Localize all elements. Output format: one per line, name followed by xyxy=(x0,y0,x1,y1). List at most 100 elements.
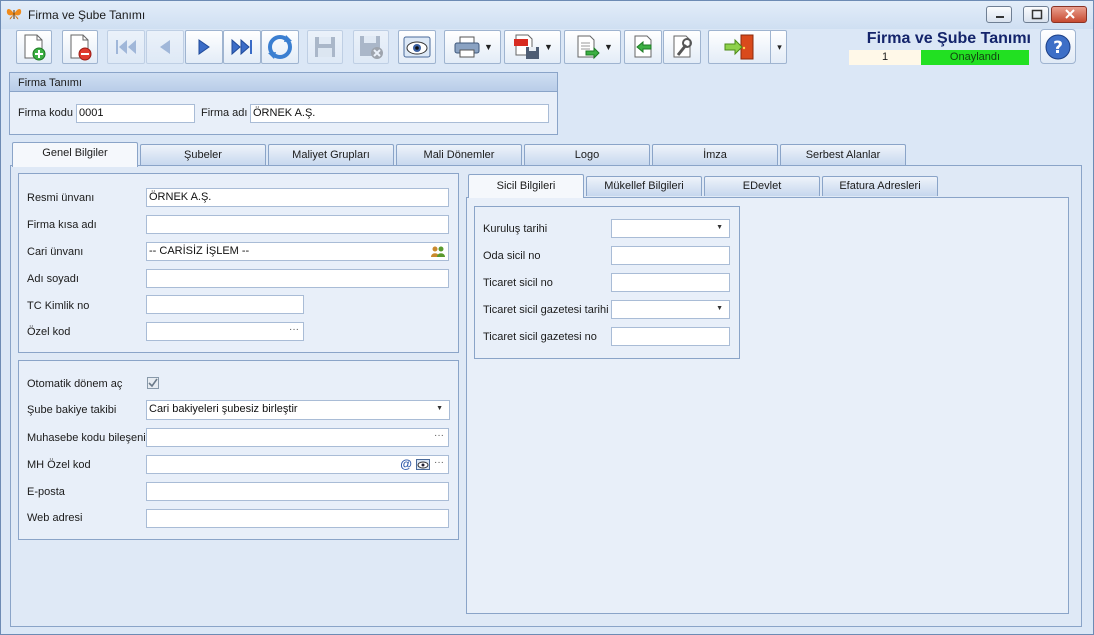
eposta-field[interactable] xyxy=(146,482,449,501)
gazete-no-field[interactable] xyxy=(611,327,730,346)
users-icon[interactable] xyxy=(431,245,445,258)
new-record-icon xyxy=(24,34,46,61)
tab-maliyet-gruplari[interactable]: Maliyet Grupları xyxy=(268,144,394,166)
tab-efatura-adresleri[interactable]: Efatura Adresleri xyxy=(822,176,938,196)
otomatik-donem-label: Otomatik dönem aç xyxy=(27,378,123,390)
exit-dropdown-button[interactable]: ▾ xyxy=(770,31,786,63)
firma-tanimi-group: Firma Tanımı Firma kodu 0001 Firma adı Ö… xyxy=(9,72,558,135)
delete-record-icon xyxy=(70,34,92,61)
sube-bakiye-select[interactable]: Cari bakiyeleri şubesiz birleştir ▼ xyxy=(146,400,450,420)
tab-genel-bilgiler[interactable]: Genel Bilgiler xyxy=(12,142,138,167)
kurulus-tarihi-field[interactable]: ▼ xyxy=(611,219,730,238)
tab-subeler[interactable]: Şubeler xyxy=(140,144,266,166)
ozel-kod-field[interactable]: ··· xyxy=(146,322,304,341)
adi-soyadi-field[interactable] xyxy=(146,269,449,288)
pdf-export-icon xyxy=(514,34,540,59)
tc-kimlik-field[interactable] xyxy=(146,295,304,314)
help-icon: ? xyxy=(1045,34,1071,59)
exit-button[interactable]: ▾ xyxy=(708,30,787,64)
record-number: 1 xyxy=(849,50,921,65)
ellipsis-button[interactable]: ··· xyxy=(289,324,299,335)
web-adresi-field[interactable] xyxy=(146,509,449,528)
sube-bakiye-value: Cari bakiyeleri şubesiz birleştir xyxy=(149,403,298,415)
firma-adi-field[interactable]: ÖRNEK A.Ş. xyxy=(250,104,549,123)
save-button[interactable] xyxy=(307,30,343,64)
settings-button[interactable] xyxy=(663,30,701,64)
resmi-unvani-label: Resmi ünvanı xyxy=(27,192,95,204)
mh-ozel-kod-label: MH Özel kod xyxy=(27,459,91,471)
muhasebe-kodu-field[interactable]: ··· xyxy=(146,428,449,447)
gazete-tarihi-label: Ticaret sicil gazetesi tarihi xyxy=(483,304,609,316)
eposta-label: E-posta xyxy=(27,486,65,498)
previous-record-icon xyxy=(160,40,170,54)
save-icon xyxy=(315,37,335,57)
mh-ozel-kod-field[interactable]: @ ··· xyxy=(146,455,449,474)
minimize-button[interactable] xyxy=(986,6,1012,23)
close-button[interactable] xyxy=(1051,6,1087,23)
cari-unvani-value: -- CARİSİZ İŞLEM -- xyxy=(149,245,250,257)
new-button[interactable] xyxy=(16,30,52,64)
preview-icon xyxy=(403,36,431,58)
web-adresi-label: Web adresi xyxy=(27,512,83,524)
preview-button[interactable] xyxy=(398,30,436,64)
page-title: Firma ve Şube Tanımı xyxy=(866,30,1031,47)
last-record-icon xyxy=(231,38,252,56)
import-button[interactable] xyxy=(624,30,662,64)
ozel-kod-label: Özel kod xyxy=(27,326,71,338)
sube-bakiye-label: Şube bakiye takibi xyxy=(27,404,117,416)
app-window: Firma ve Şube Tanımı ▼ ▼ ▼ ▾ Firma ve Şu… xyxy=(0,0,1094,635)
refresh-icon xyxy=(268,35,292,59)
tab-serbest-alanlar[interactable]: Serbest Alanlar xyxy=(780,144,906,166)
previous-record-button[interactable] xyxy=(146,30,184,64)
import-icon xyxy=(634,35,652,58)
preview-icon[interactable] xyxy=(416,459,430,470)
chevron-down-icon: ▼ xyxy=(716,305,723,312)
at-icon[interactable]: @ xyxy=(400,457,412,471)
exit-dropdown-icon: ▾ xyxy=(777,41,782,52)
chevron-down-icon: ▼ xyxy=(716,224,723,231)
otomatik-donem-checkbox[interactable] xyxy=(147,377,159,389)
next-record-icon xyxy=(198,39,210,55)
firma-kisa-adi-label: Firma kısa adı xyxy=(27,219,97,231)
cari-unvani-field[interactable]: -- CARİSİZ İŞLEM -- xyxy=(146,242,449,261)
print-button[interactable]: ▼ xyxy=(444,30,501,64)
ticaret-sicil-label: Ticaret sicil no xyxy=(483,277,553,289)
chevron-down-icon: ▼ xyxy=(436,405,443,412)
ellipsis-button[interactable]: ··· xyxy=(434,457,444,468)
tab-mali-donemler[interactable]: Mali Dönemler xyxy=(396,144,522,166)
tab-edevlet[interactable]: EDevlet xyxy=(704,176,820,196)
first-record-button[interactable] xyxy=(107,30,145,64)
help-button[interactable]: ? xyxy=(1040,29,1076,64)
tab-sicil-bilgileri[interactable]: Sicil Bilgileri xyxy=(468,174,584,198)
window-title: Firma ve Şube Tanımı xyxy=(28,8,146,22)
ticaret-sicil-field[interactable] xyxy=(611,273,730,292)
firma-kodu-field[interactable]: 0001 xyxy=(76,104,195,123)
exit-icon xyxy=(724,34,754,60)
tab-imza[interactable]: İmza xyxy=(652,144,778,166)
next-record-button[interactable] xyxy=(185,30,223,64)
ellipsis-button[interactable]: ··· xyxy=(434,430,444,441)
tab-logo[interactable]: Logo xyxy=(524,144,650,166)
firma-kisa-adi-field[interactable] xyxy=(146,215,449,234)
oda-sicil-field[interactable] xyxy=(611,246,730,265)
status-badge: Onaylandı xyxy=(921,50,1029,65)
genel-group: Resmi ünvanı ÖRNEK A.Ş. Firma kısa adı C… xyxy=(18,173,459,353)
refresh-button[interactable] xyxy=(261,30,299,64)
maximize-button[interactable] xyxy=(1023,6,1049,23)
resmi-unvani-field[interactable]: ÖRNEK A.Ş. xyxy=(146,188,449,207)
firma-tanimi-header: Firma Tanımı xyxy=(10,73,557,92)
export-button[interactable]: ▼ xyxy=(564,30,621,64)
delete-button[interactable] xyxy=(62,30,98,64)
kurulus-tarihi-label: Kuruluş tarihi xyxy=(483,223,548,235)
checkmark-icon xyxy=(148,378,158,388)
firma-adi-label: Firma adı xyxy=(201,107,248,119)
gazete-no-label: Ticaret sicil gazetesi no xyxy=(483,331,597,343)
sicil-group: Kuruluş tarihi ▼ Oda sicil no Ticaret si… xyxy=(474,206,740,359)
gazete-tarihi-field[interactable]: ▼ xyxy=(611,300,730,319)
save-cancel-button[interactable] xyxy=(353,30,389,64)
export-icon xyxy=(577,35,600,60)
pdf-export-button[interactable]: ▼ xyxy=(504,30,561,64)
pdf-dropdown-icon: ▼ xyxy=(544,42,553,52)
tab-mukellef-bilgileri[interactable]: Mükellef Bilgileri xyxy=(586,176,702,196)
last-record-button[interactable] xyxy=(223,30,261,64)
